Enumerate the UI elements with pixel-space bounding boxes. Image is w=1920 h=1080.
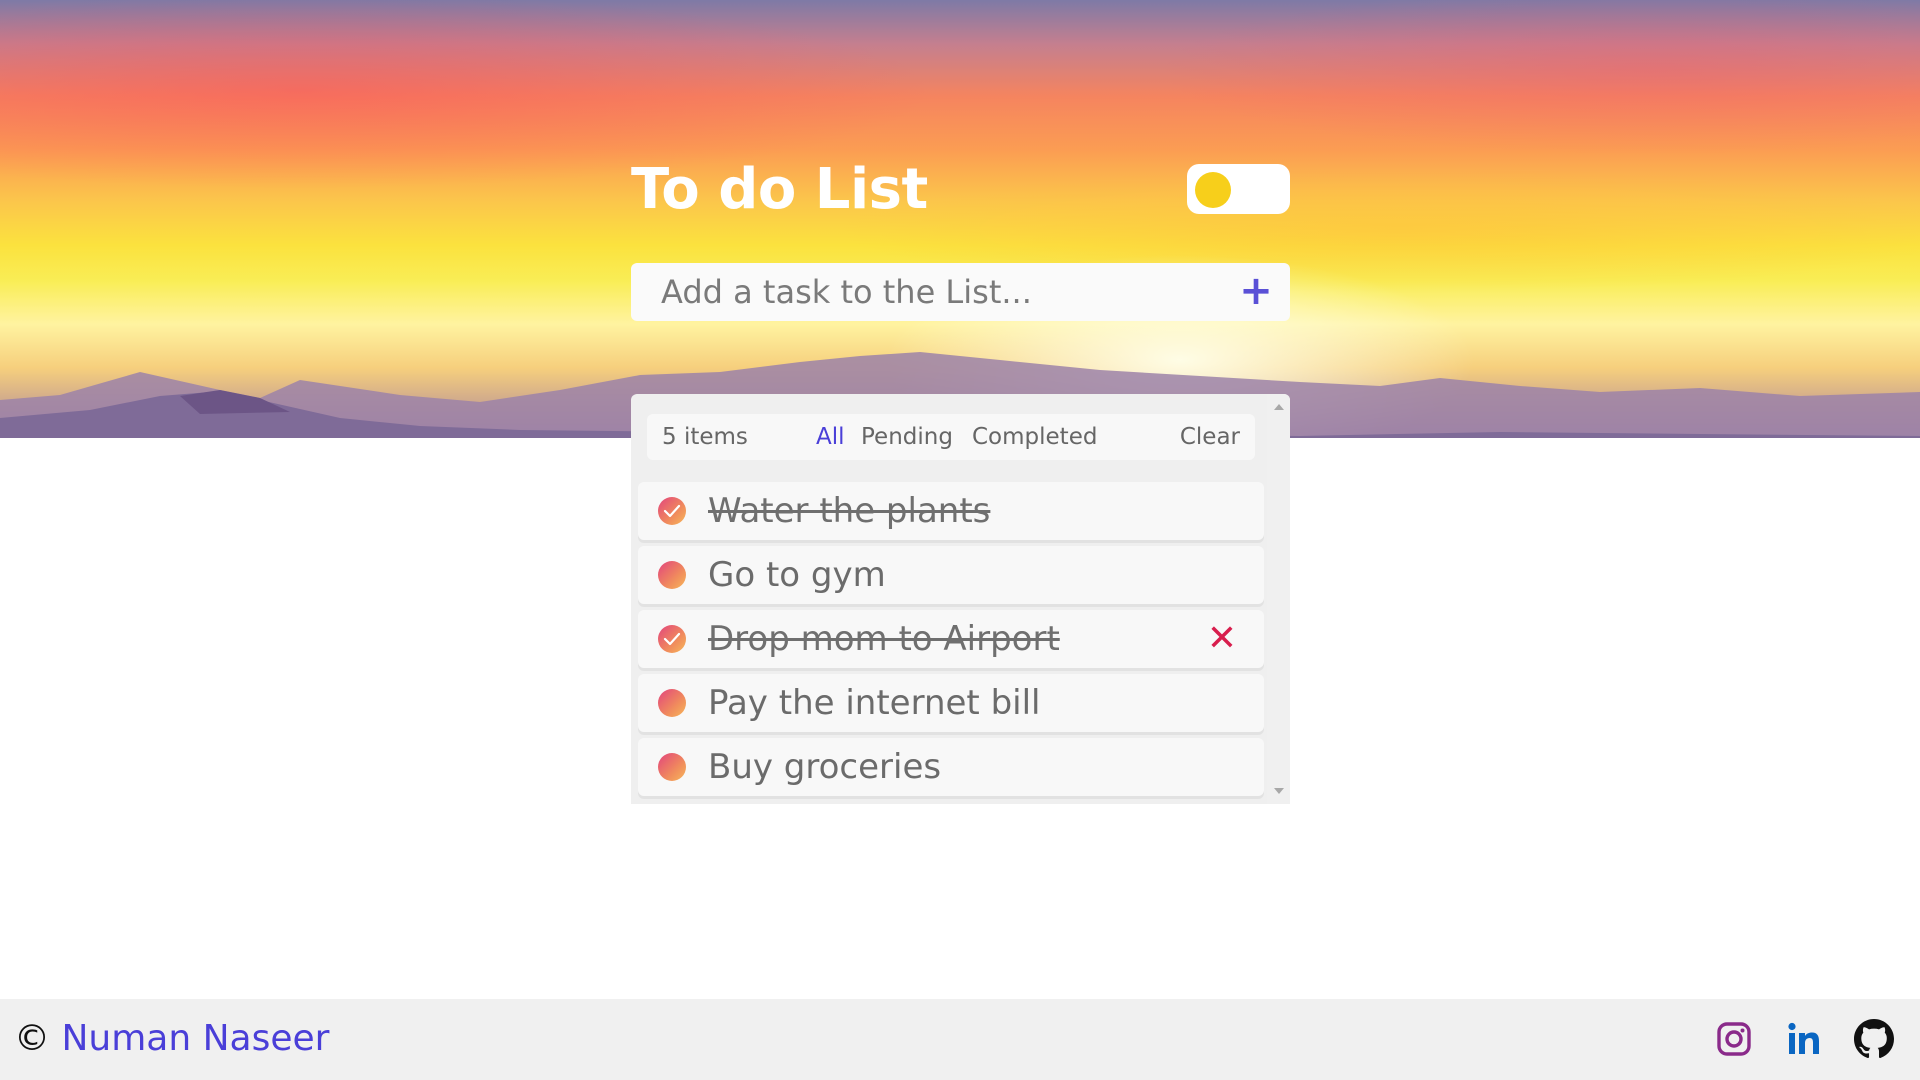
linkedin-icon[interactable] (1784, 1019, 1824, 1059)
todo-app: To do List + (631, 160, 1290, 321)
task-text: Pay the internet bill (708, 683, 1041, 723)
footer: © Numan Naseer (0, 999, 1920, 1080)
app-title: To do List (631, 157, 928, 222)
task-panel: 5 items All Pending Completed Clear Wate… (631, 394, 1290, 804)
task-checkbox[interactable] (658, 497, 686, 525)
clear-button[interactable]: Clear (1180, 414, 1240, 460)
copyright-symbol: © (14, 1018, 50, 1059)
filter-bar: 5 items All Pending Completed Clear (647, 414, 1255, 460)
task-item[interactable]: Buy groceries (638, 738, 1264, 796)
scrollbar[interactable] (1267, 394, 1290, 804)
task-text: Drop mom to Airport (708, 619, 1060, 659)
task-checkbox[interactable] (658, 561, 686, 589)
add-task-bar: + (631, 263, 1290, 321)
filter-pending[interactable]: Pending (861, 414, 953, 460)
filter-completed[interactable]: Completed (972, 414, 1097, 460)
task-item[interactable]: Water the plants (638, 482, 1264, 540)
author-link[interactable]: Numan Naseer (61, 1018, 329, 1059)
task-text: Water the plants (708, 491, 991, 531)
items-count: 5 items (662, 424, 748, 450)
task-item[interactable]: Go to gym (638, 546, 1264, 604)
task-item[interactable]: Drop mom to Airport ✕ (638, 610, 1264, 668)
sun-icon (1195, 172, 1231, 208)
github-icon[interactable] (1854, 1019, 1894, 1059)
task-text: Buy groceries (708, 747, 942, 787)
check-icon (663, 632, 681, 646)
scroll-down-arrow-icon[interactable] (1274, 788, 1284, 794)
filter-all[interactable]: All (816, 414, 845, 460)
delete-icon[interactable]: ✕ (1204, 621, 1240, 657)
add-task-input[interactable] (631, 263, 1211, 321)
copyright: © Numan Naseer (14, 999, 329, 1079)
theme-toggle[interactable] (1187, 164, 1290, 214)
scroll-up-arrow-icon[interactable] (1274, 404, 1284, 410)
task-item[interactable]: Pay the internet bill (638, 674, 1264, 732)
check-icon (663, 504, 681, 518)
task-list: Water the plants Go to gym Drop mom to A… (638, 482, 1264, 802)
task-text: Go to gym (708, 555, 886, 595)
task-checkbox[interactable] (658, 689, 686, 717)
instagram-icon[interactable] (1714, 1019, 1754, 1059)
app-header: To do List (631, 160, 1290, 220)
task-checkbox[interactable] (658, 753, 686, 781)
plus-icon[interactable]: + (1236, 271, 1276, 312)
task-checkbox[interactable] (658, 625, 686, 653)
